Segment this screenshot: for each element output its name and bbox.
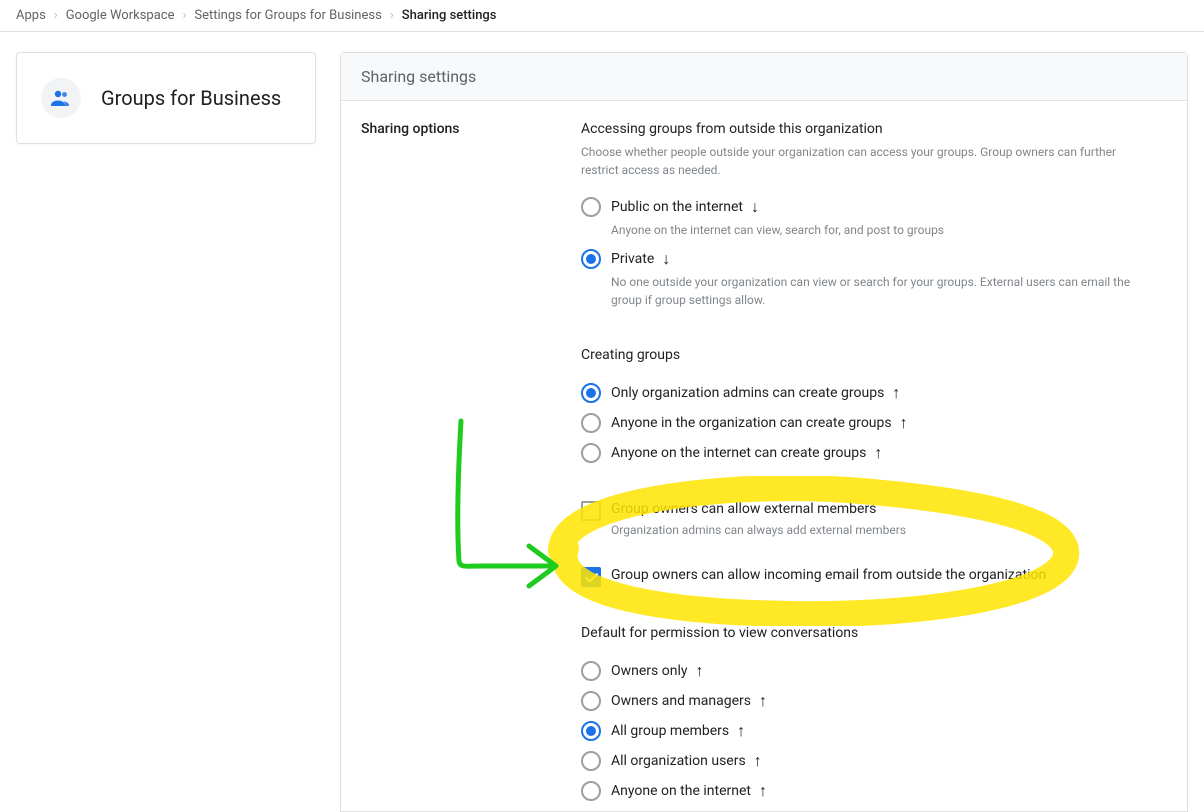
- option-incoming-email[interactable]: Group owners can allow incoming email fr…: [581, 567, 1167, 587]
- checkbox-incoming-email[interactable]: [581, 567, 601, 587]
- breadcrumb-sharing-settings: Sharing settings: [402, 8, 497, 23]
- panel-header: Sharing settings: [341, 53, 1187, 101]
- arrow-up-icon: ↑: [874, 443, 882, 463]
- radio-all-members[interactable]: [581, 721, 601, 741]
- radio-private[interactable]: [581, 249, 601, 269]
- radio-create-internet[interactable]: [581, 443, 601, 463]
- breadcrumb-workspace[interactable]: Google Workspace: [66, 8, 175, 23]
- radio-create-admins[interactable]: [581, 383, 601, 403]
- option-all-members[interactable]: All group members ↑: [581, 721, 1167, 741]
- breadcrumb-settings-groups[interactable]: Settings for Groups for Business: [194, 8, 381, 23]
- option-label: All group members: [611, 723, 729, 739]
- option-label: Anyone on the internet: [611, 783, 751, 799]
- option-private[interactable]: Private ↓ No one outside your organizati…: [581, 249, 1167, 309]
- radio-owners-managers[interactable]: [581, 691, 601, 711]
- option-create-org[interactable]: Anyone in the organization can create gr…: [581, 413, 1167, 433]
- view-perm-section-title: Default for permission to view conversat…: [581, 625, 1167, 641]
- arrow-up-icon: ↑: [696, 661, 704, 681]
- card-title: Groups for Business: [101, 86, 281, 110]
- option-anyone-internet-view[interactable]: Anyone on the internet ↑: [581, 781, 1167, 801]
- option-desc: No one outside your organization can vie…: [611, 273, 1131, 309]
- arrow-up-icon: ↑: [892, 383, 900, 403]
- groups-for-business-card[interactable]: Groups for Business: [16, 52, 316, 144]
- main-panel: Sharing settings Sharing options Accessi…: [340, 52, 1188, 812]
- option-label: Owners only: [611, 663, 688, 679]
- option-desc: Anyone on the internet can view, search …: [611, 221, 1131, 239]
- option-owners-managers[interactable]: Owners and managers ↑: [581, 691, 1167, 711]
- option-public-internet[interactable]: Public on the internet ↓ Anyone on the i…: [581, 197, 1167, 239]
- option-label: Anyone on the internet can create groups: [611, 445, 866, 461]
- option-all-org-users[interactable]: All organization users ↑: [581, 751, 1167, 771]
- option-create-admins[interactable]: Only organization admins can create grou…: [581, 383, 1167, 403]
- chevron-right-icon: ›: [390, 8, 394, 23]
- option-label: Group owners can allow incoming email fr…: [611, 567, 1046, 583]
- arrow-up-icon: ↑: [737, 721, 745, 741]
- chevron-right-icon: ›: [183, 8, 187, 23]
- option-owners-only[interactable]: Owners only ↑: [581, 661, 1167, 681]
- radio-owners-only[interactable]: [581, 661, 601, 681]
- creating-section-title: Creating groups: [581, 347, 1167, 363]
- option-external-members[interactable]: Group owners can allow external members …: [581, 501, 1167, 539]
- arrow-down-icon: ↓: [662, 249, 670, 269]
- sharing-options-label: Sharing options: [341, 121, 581, 811]
- option-label: Private: [611, 251, 654, 267]
- arrow-down-icon: ↓: [751, 197, 759, 217]
- access-section-title: Accessing groups from outside this organ…: [581, 121, 1167, 137]
- option-create-internet[interactable]: Anyone on the internet can create groups…: [581, 443, 1167, 463]
- radio-all-org-users[interactable]: [581, 751, 601, 771]
- radio-anyone-internet-view[interactable]: [581, 781, 601, 801]
- arrow-up-icon: ↑: [759, 691, 767, 711]
- arrow-up-icon: ↑: [759, 781, 767, 801]
- option-label: Group owners can allow external members: [611, 501, 876, 517]
- option-label: Only organization admins can create grou…: [611, 385, 884, 401]
- option-label: Owners and managers: [611, 693, 751, 709]
- option-desc: Organization admins can always add exter…: [611, 521, 1131, 539]
- radio-public-internet[interactable]: [581, 197, 601, 217]
- breadcrumb-apps[interactable]: Apps: [16, 8, 46, 23]
- access-section-sub: Choose whether people outside your organ…: [581, 143, 1121, 179]
- option-label: All organization users: [611, 753, 746, 769]
- checkbox-external-members[interactable]: [581, 501, 601, 521]
- groups-icon: [41, 78, 81, 118]
- radio-create-org[interactable]: [581, 413, 601, 433]
- arrow-up-icon: ↑: [754, 751, 762, 771]
- option-label: Public on the internet: [611, 199, 743, 215]
- option-label: Anyone in the organization can create gr…: [611, 415, 892, 431]
- arrow-up-icon: ↑: [900, 413, 908, 433]
- breadcrumb: Apps › Google Workspace › Settings for G…: [0, 0, 1204, 32]
- chevron-right-icon: ›: [54, 8, 58, 23]
